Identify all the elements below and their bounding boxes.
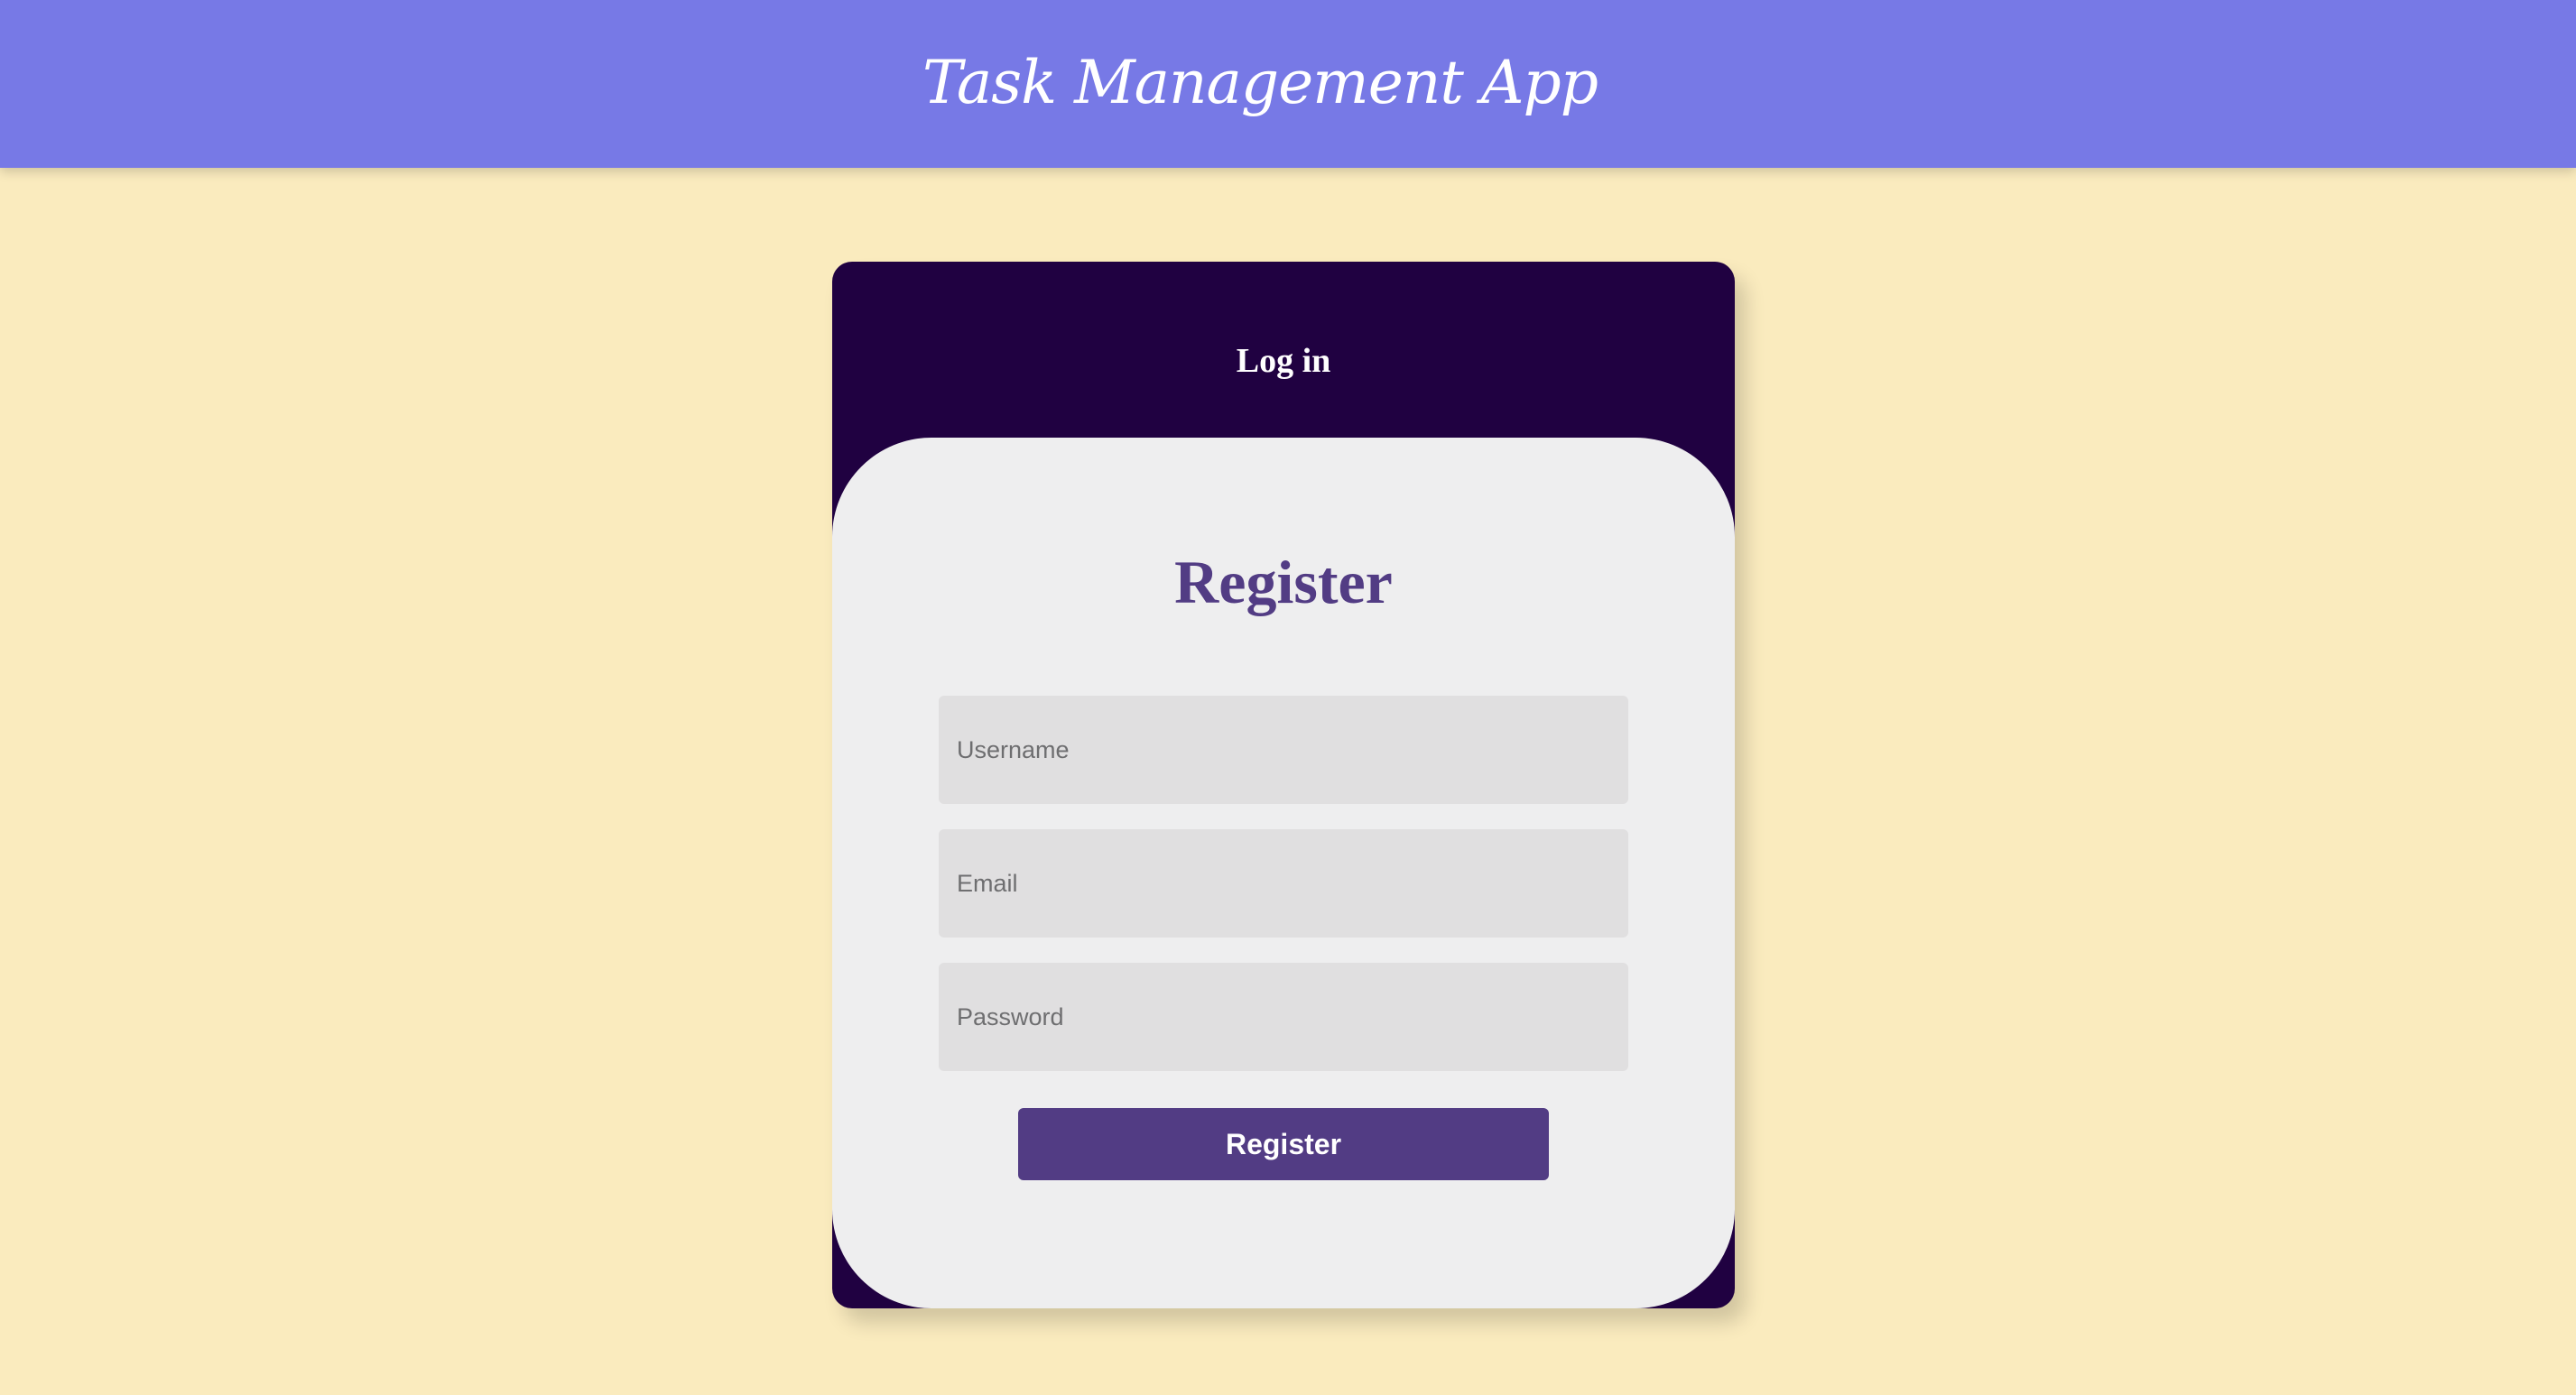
app-title: Task Management App: [922, 48, 1598, 117]
register-panel: Register Register: [832, 438, 1735, 1308]
register-heading: Register: [1174, 548, 1393, 616]
register-button[interactable]: Register: [1018, 1108, 1549, 1180]
app-header: Task Management App: [0, 0, 2576, 168]
username-input[interactable]: [939, 696, 1628, 804]
auth-card: Log in Register Register: [832, 262, 1735, 1308]
login-toggle-link[interactable]: Log in: [832, 334, 1735, 388]
email-input[interactable]: [939, 829, 1628, 938]
password-input[interactable]: [939, 963, 1628, 1071]
